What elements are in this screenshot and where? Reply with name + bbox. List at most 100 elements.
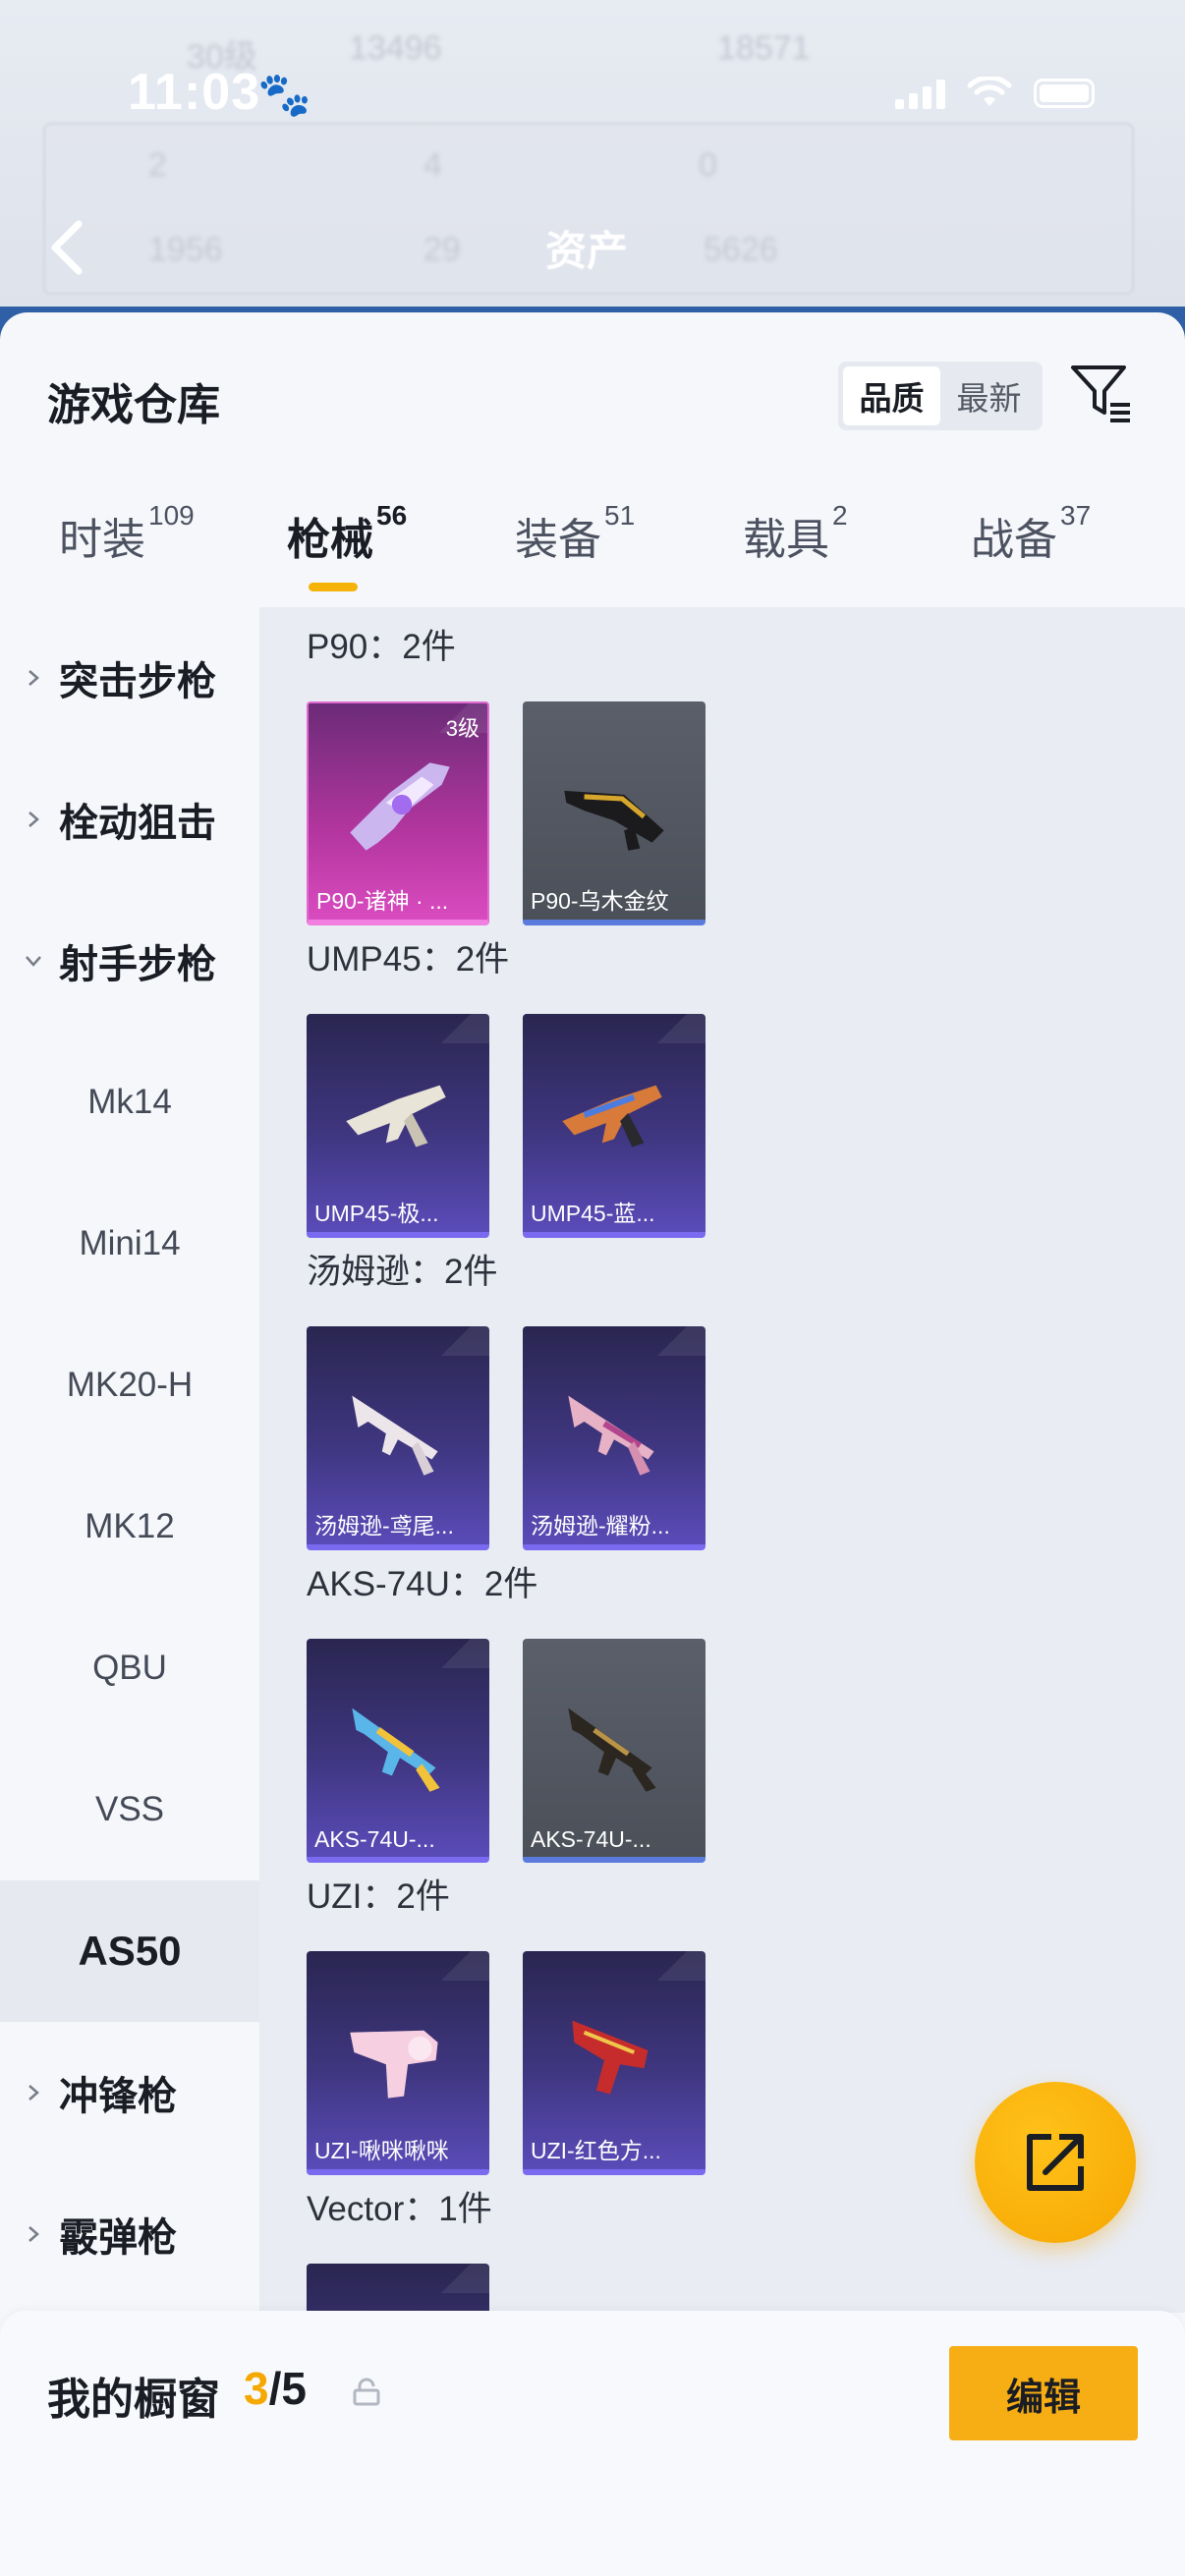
category-smg[interactable]: 冲锋枪 (0, 2022, 259, 2163)
chevron-down-icon (26, 956, 41, 967)
edit-button[interactable]: 编辑 (949, 2346, 1138, 2440)
tab-firearms[interactable]: 枪械 56 (287, 500, 407, 583)
status-time: 11:03 (128, 64, 261, 121)
thompson-gun-icon (352, 1395, 438, 1476)
filter-icon[interactable] (1069, 362, 1134, 426)
lock-icon (353, 2378, 380, 2406)
category-tabs: 时装 109 枪械 56 装备 51 载具 2 战备 37 (0, 500, 1185, 602)
paw-icon: 🐾 (257, 71, 311, 119)
blur-stat-7: 29 (423, 231, 461, 268)
weapon-card[interactable] (307, 2264, 489, 2313)
subcategory-mk14[interactable]: Mk14 (0, 1032, 259, 1173)
tab-count: 51 (604, 500, 636, 531)
tab-count: 2 (832, 500, 848, 531)
weapon-card[interactable]: 3级 P90-诸神 · ... (307, 701, 489, 925)
group-title-p90: P90：2件 (307, 628, 456, 666)
subcategory-as50[interactable]: AS50 (0, 1880, 259, 2022)
weapon-category-list: 突击步枪 栓动狙击 射手步枪 Mk14 Mini14 MK20-H MK12 Q… (0, 607, 259, 2576)
weapon-name: AKS-74U-... (531, 1826, 651, 1852)
category-label: 栓动狙击 (59, 802, 216, 845)
blur-stat-1: 13496 (349, 29, 442, 67)
tab-label: 装备 (515, 516, 601, 564)
sort-toggle: 品质 最新 (838, 362, 1043, 430)
category-label: 射手步枪 (59, 943, 216, 986)
weapon-name: P90-诸神 · ... (316, 888, 449, 914)
tab-equipment[interactable]: 装备 51 (515, 500, 635, 583)
profile-header-blurred: 30级 13496 18571 2 4 0 1956 29 5626 11:03… (0, 0, 1185, 314)
p90-gun-icon (350, 762, 450, 851)
category-marksman-rifle[interactable]: 射手步枪 (0, 890, 259, 1032)
share-icon (1027, 2134, 1084, 2191)
ump45-gun-icon (346, 1085, 446, 1148)
warehouse-sheet: 游戏仓库 品质 最新 时装 109 枪械 56 装备 51 载具 2 战备 37 (0, 312, 1185, 2576)
sort-quality-button[interactable]: 品质 (843, 366, 940, 425)
weapon-name: UMP45-极... (314, 1201, 439, 1226)
sort-newest-button[interactable]: 最新 (940, 366, 1038, 425)
chevron-right-icon (28, 2085, 39, 2100)
tab-vehicles[interactable]: 载具 2 (743, 500, 848, 583)
weapon-grid: P90：2件 3级 P90-诸神 · ... P90-乌木金纹 UMP45：2件 (259, 607, 1185, 2313)
category-label: 冲锋枪 (59, 2075, 177, 2118)
tab-label: 载具 (743, 516, 829, 564)
showcase-count: 3/5 (244, 2362, 307, 2415)
showcase-bar: 我的橱窗 3/5 编辑 (0, 2311, 1185, 2576)
status-icons (895, 77, 1095, 110)
category-assault-rifle[interactable]: 突击步枪 (0, 607, 259, 749)
subcategory-mk20h[interactable]: MK20-H (0, 1315, 259, 1456)
share-button[interactable] (975, 2082, 1136, 2243)
ump45-gun-icon (562, 1085, 662, 1148)
subcategory-mini14[interactable]: Mini14 (0, 1173, 259, 1315)
showcase-label: 我的橱窗 (47, 2376, 220, 2424)
chevron-right-icon (28, 812, 39, 827)
wifi-icon (967, 77, 1012, 106)
category-bolt-sniper[interactable]: 栓动狙击 (0, 749, 259, 890)
weapon-name: UMP45-蓝... (531, 1201, 655, 1226)
tab-label: 战备 (971, 516, 1057, 564)
weapon-name: UZI-红色方... (531, 2138, 661, 2163)
weapon-name: 汤姆逊-耀粉... (531, 1513, 670, 1539)
tab-count: 37 (1060, 500, 1092, 531)
blur-stat-5: 0 (699, 146, 717, 184)
weapon-card[interactable]: UMP45-蓝... (523, 1014, 705, 1238)
weapon-card[interactable]: 汤姆逊-耀粉... (523, 1326, 705, 1550)
weapon-name: UZI-啾咪啾咪 (314, 2138, 449, 2163)
subcategory-mk12[interactable]: MK12 (0, 1456, 259, 1597)
subcategory-vss[interactable]: VSS (0, 1739, 259, 1880)
chevron-right-icon (28, 2226, 39, 2242)
weapon-name: P90-乌木金纹 (531, 888, 669, 914)
blur-stat-8: 5626 (704, 231, 778, 268)
subcategory-qbu[interactable]: QBU (0, 1597, 259, 1739)
battery-icon (1034, 79, 1095, 108)
level-badge: 3级 (445, 716, 480, 741)
weapon-name: 汤姆逊-鸢尾... (314, 1513, 454, 1539)
tab-label: 时装 (59, 516, 145, 564)
weapon-card[interactable]: UMP45-极... (307, 1014, 489, 1238)
weapon-card[interactable]: AKS-74U-... (523, 1639, 705, 1863)
blur-stat-2: 18571 (717, 29, 811, 67)
back-arrow-icon[interactable] (43, 218, 92, 277)
category-shotgun[interactable]: 霰弹枪 (0, 2163, 259, 2305)
uzi-gun-icon (572, 2020, 649, 2095)
active-tab-indicator (309, 583, 358, 591)
aks74u-gun-icon (568, 1708, 656, 1792)
tab-fashion[interactable]: 时装 109 (59, 500, 195, 583)
asset-title: 资产 (545, 228, 629, 274)
aks74u-gun-icon (352, 1708, 440, 1792)
tab-count: 56 (376, 500, 408, 531)
weapon-card[interactable]: UZI-啾咪啾咪 (307, 1951, 489, 2175)
group-title-ump45: UMP45：2件 (307, 940, 510, 979)
blur-stat-6: 1956 (148, 231, 223, 268)
weapon-card[interactable]: P90-乌木金纹 (523, 701, 705, 925)
uzi-gun-icon (350, 2030, 438, 2099)
blur-stat-3: 2 (148, 146, 167, 184)
thompson-gun-icon (568, 1395, 654, 1476)
weapon-card[interactable]: AKS-74U-... (307, 1639, 489, 1863)
tab-label: 枪械 (287, 516, 373, 564)
weapon-card[interactable]: UZI-红色方... (523, 1951, 705, 2175)
tab-gear[interactable]: 战备 37 (971, 500, 1091, 583)
weapon-card[interactable]: 汤姆逊-鸢尾... (307, 1326, 489, 1550)
p90-gun-icon (564, 790, 664, 851)
weapon-name: AKS-74U-... (314, 1826, 435, 1852)
showcase-max: 5 (281, 2363, 307, 2414)
showcase-separator: / (268, 2363, 282, 2414)
